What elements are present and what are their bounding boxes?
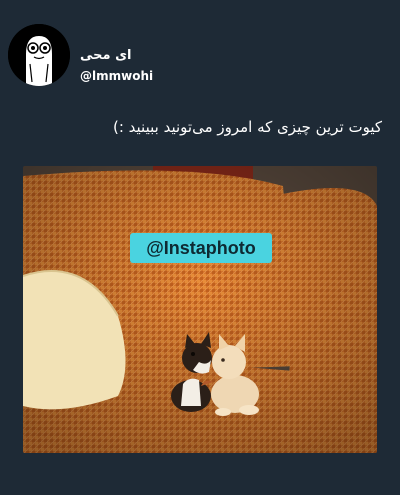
tweet-card: ای محی @lmmwohi کیوت ترین چیزی که امروز … xyxy=(0,0,400,495)
instaphoto-watermark: @Instaphoto xyxy=(130,233,272,263)
tweet-media-image[interactable]: @Instaphoto xyxy=(23,166,377,453)
kittens-photo-icon xyxy=(23,166,377,453)
tweet-text: کیوت ترین چیزی که امروز می‌تونید ببینید … xyxy=(112,118,382,136)
display-name[interactable]: ای محی xyxy=(80,48,131,63)
profile-avatar[interactable] xyxy=(8,24,70,86)
username[interactable]: @lmmwohi xyxy=(80,69,153,83)
avatar-ghost-icon xyxy=(8,24,70,86)
